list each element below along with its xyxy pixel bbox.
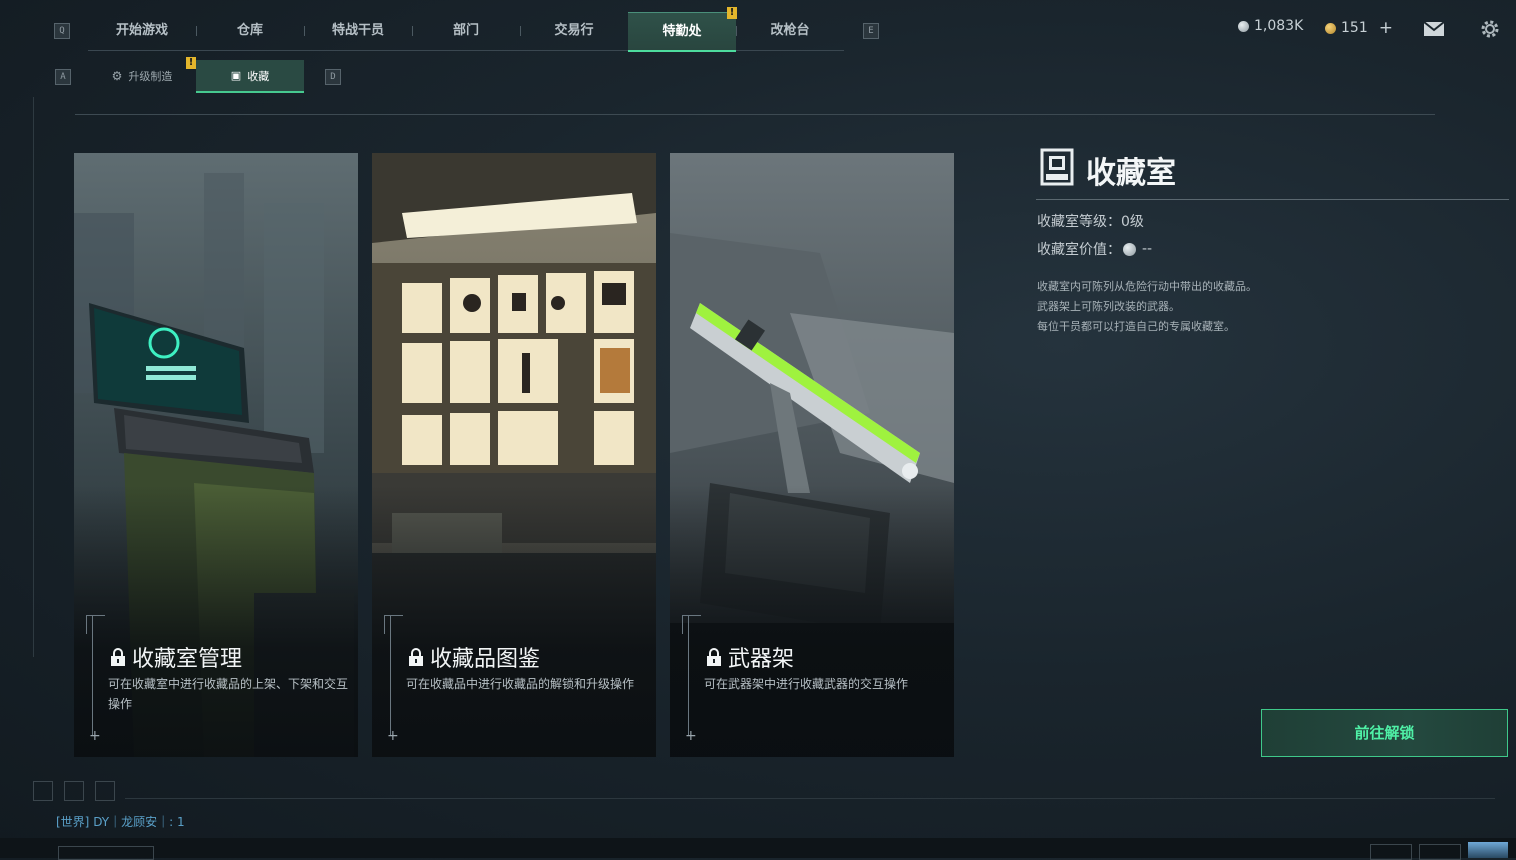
- quick-slot[interactable]: [33, 781, 53, 801]
- silver-amount: 1,083K: [1254, 18, 1304, 34]
- bottom-bar: [0, 838, 1516, 860]
- collection-value: 收藏室价值： --: [1037, 239, 1152, 259]
- card-title: 武器架: [728, 647, 795, 672]
- sub-nav-tabs: ⚙ 升级制造 ▣ 收藏: [88, 60, 304, 93]
- corner-plus-icon: +: [387, 728, 399, 744]
- subtab-collection-label: 收藏: [247, 69, 270, 83]
- tab-warehouse[interactable]: 仓库: [196, 12, 304, 50]
- tab-department[interactable]: 部门: [412, 12, 520, 50]
- avatar[interactable]: [1468, 842, 1508, 858]
- mail-icon[interactable]: [1423, 21, 1445, 37]
- crafting-icon: ⚙: [111, 68, 123, 83]
- card-weapon-rack[interactable]: + 武器架 可在武器架中进行收藏武器的交互操作: [670, 153, 954, 757]
- card-description: 可在武器架中进行收藏武器的交互操作: [704, 677, 909, 691]
- subtab-upgrade-craft[interactable]: ⚙ 升级制造: [88, 60, 196, 91]
- content-divider: [75, 114, 1435, 115]
- panel-desc-line: 武器架上可陈列改装的武器。: [1037, 300, 1180, 313]
- level-value: 0级: [1121, 214, 1144, 230]
- bottom-divider: [125, 798, 1495, 799]
- upgrade-craft-alert-badge: !: [186, 57, 196, 69]
- panel-desc-line: 收藏室内可陈列从危险行动中带出的收藏品。: [1037, 280, 1257, 293]
- value-amount: --: [1142, 241, 1153, 257]
- tab-start-game[interactable]: 开始游戏: [88, 12, 196, 50]
- tab-trading[interactable]: 交易行: [520, 12, 628, 50]
- nav-next-key[interactable]: E: [863, 23, 879, 39]
- quick-slot[interactable]: [64, 781, 84, 801]
- chat-channel: [世界]: [56, 815, 90, 829]
- panel-title: 收藏室: [1086, 156, 1176, 191]
- corner-plus-icon: +: [89, 728, 101, 744]
- silver-coin-icon: [1238, 20, 1249, 32]
- chat-message: DY｜龙顾安｜: 1: [93, 815, 185, 829]
- lock-icon: [707, 648, 721, 666]
- chat-line[interactable]: [世界] DY｜龙顾安｜: 1: [56, 813, 185, 830]
- card-title: 收藏品图鉴: [430, 647, 541, 672]
- lock-icon: [409, 648, 423, 666]
- value-label: 收藏室价值：: [1037, 242, 1121, 258]
- level-label: 收藏室等级：: [1037, 214, 1121, 230]
- settings-gear-icon[interactable]: [1479, 18, 1501, 40]
- corner-plus-icon: +: [685, 728, 697, 744]
- special-ops-alert-badge: !: [727, 7, 737, 19]
- card-collection-catalog[interactable]: + 收藏品图鉴 可在收藏品中进行收藏品的解锁和升级操作: [372, 153, 656, 757]
- panel-desc-line: 每位干员都可以打造自己的专属收藏室。: [1037, 320, 1235, 333]
- tab-operators[interactable]: 特战干员: [304, 12, 412, 50]
- subtab-upgrade-craft-label: 升级制造: [128, 69, 173, 83]
- silver-coin-icon: [1123, 242, 1136, 256]
- card-title: 收藏室管理: [132, 647, 243, 672]
- gold-currency: 151 +: [1325, 18, 1393, 38]
- tab-gunsmith[interactable]: 改枪台: [736, 12, 844, 50]
- left-frame-line: [33, 97, 34, 657]
- subtab-collection[interactable]: ▣ 收藏: [196, 60, 304, 93]
- card-description: 可在收藏室中进行收藏品的上架、下架和交互操作: [108, 677, 349, 711]
- collection-icon: ▣: [230, 69, 242, 82]
- lock-icon: [111, 648, 125, 666]
- panel-divider: [1036, 199, 1509, 200]
- gold-amount: 151: [1341, 20, 1368, 36]
- quick-slot[interactable]: [95, 781, 115, 801]
- subnav-next-key[interactable]: D: [325, 69, 341, 85]
- top-nav-bar: Q 开始游戏 仓库 特战干员 部门 交易行 特勤处 改枪台 ! E 1,083K…: [0, 0, 1516, 56]
- nav-prev-key[interactable]: Q: [54, 23, 70, 39]
- collection-level: 收藏室等级：0级: [1037, 211, 1144, 231]
- add-currency-button[interactable]: +: [1379, 18, 1393, 38]
- collection-room-icon: [1040, 148, 1074, 186]
- quick-slots: [33, 781, 115, 801]
- gold-coin-icon: [1325, 22, 1336, 34]
- subnav-prev-key[interactable]: A: [55, 69, 71, 85]
- card-description: 可在收藏品中进行收藏品的解锁和升级操作: [406, 677, 635, 691]
- go-unlock-button[interactable]: 前往解锁: [1261, 709, 1508, 757]
- card-collection-room-management[interactable]: + 收藏室管理 可在收藏室中进行收藏品的上架、下架和交互操作: [74, 153, 358, 757]
- silver-currency: 1,083K: [1238, 18, 1303, 34]
- tab-special-ops[interactable]: 特勤处: [628, 12, 736, 52]
